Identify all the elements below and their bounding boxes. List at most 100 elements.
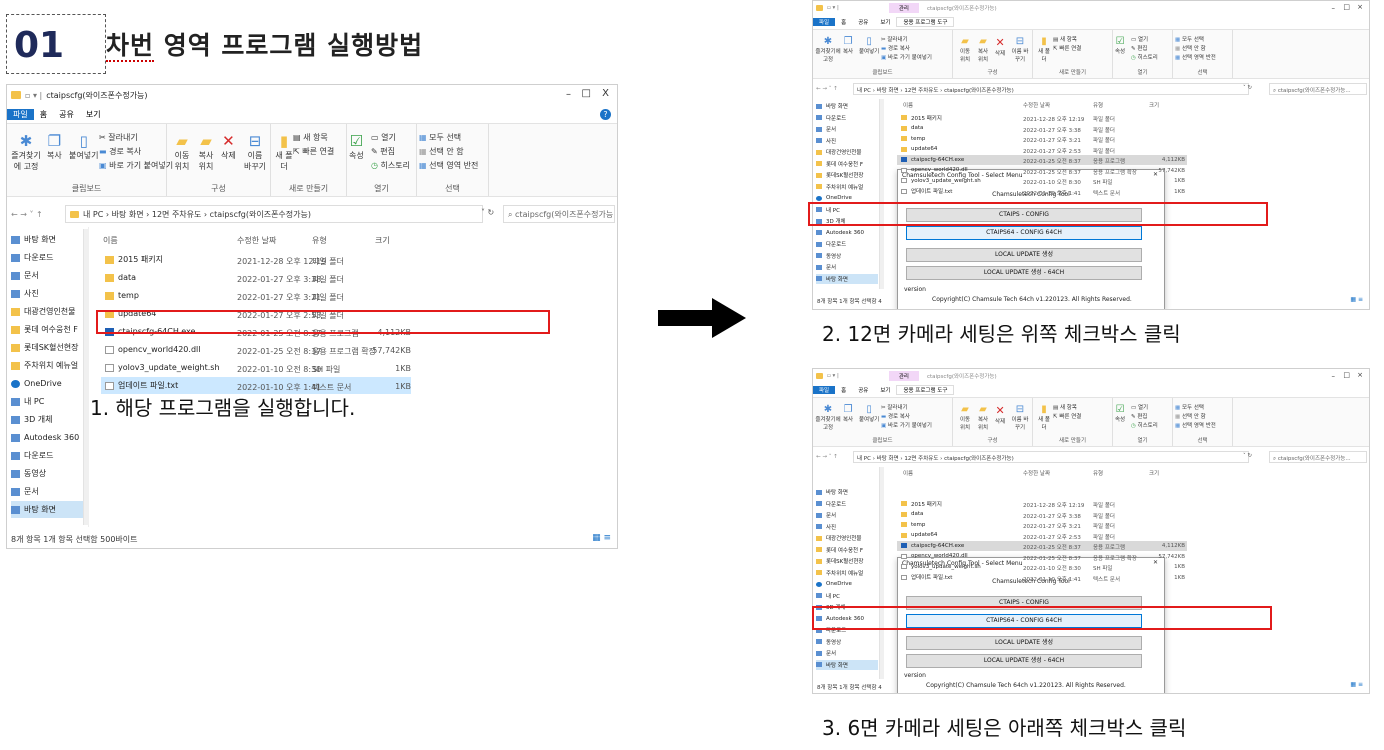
nav-item[interactable]: 롯데SK혈선현장 bbox=[816, 170, 878, 181]
properties-button[interactable]: ☑ 속성 bbox=[1115, 404, 1125, 423]
rename-button[interactable]: ⊟ 이름 바꾸기 bbox=[1011, 36, 1029, 63]
nav-item[interactable]: 사진 bbox=[816, 136, 878, 147]
nav-item[interactable]: 동영상 bbox=[816, 251, 878, 262]
nav-arrows-icon[interactable]: ← → ˅ ↑ bbox=[816, 454, 838, 460]
nav-item[interactable]: 롯데 여수웅천 F bbox=[816, 159, 878, 170]
tab-app-tools[interactable]: 응용 프로그램 도구 bbox=[896, 385, 955, 395]
close-button[interactable]: × bbox=[1357, 371, 1363, 379]
copy-button[interactable]: ❐ 복사 bbox=[843, 404, 853, 423]
search-input[interactable]: ⌕ ctaipscfg(와이즈폰수정가능... bbox=[503, 205, 615, 223]
paste-button[interactable]: ▯ 붙여넣기 bbox=[859, 404, 879, 423]
rename-button[interactable]: ⊟ 이름 바꾸기 bbox=[243, 132, 267, 172]
minimize-button[interactable]: – bbox=[1332, 4, 1336, 12]
pin-button[interactable]: ✱ 즐겨찾기에 고정 bbox=[815, 404, 841, 431]
nav-scrollbar[interactable] bbox=[83, 229, 89, 525]
select-all-button[interactable]: ▦ 모두 선택 bbox=[1175, 35, 1204, 43]
close-button[interactable]: × bbox=[1357, 3, 1363, 11]
minimize-button[interactable]: – bbox=[566, 89, 571, 100]
nav-item[interactable]: 바탕 화면 bbox=[816, 273, 878, 284]
tab-home[interactable]: 홈 bbox=[835, 386, 852, 394]
invert-selection-button[interactable]: ▦ 선택 영역 반전 bbox=[1175, 53, 1216, 61]
delete-button[interactable]: ✕ 삭제 bbox=[995, 404, 1005, 425]
column-name[interactable]: 이름 bbox=[903, 469, 913, 477]
nav-item[interactable]: Autodesk 360 bbox=[816, 228, 878, 239]
nav-item[interactable]: 문서 bbox=[816, 124, 878, 135]
tab-file[interactable]: 파일 bbox=[813, 386, 836, 394]
local-update-64ch-button[interactable]: LOCAL UPDATE 생성 - 64CH bbox=[906, 266, 1142, 280]
local-update-64ch-button[interactable]: LOCAL UPDATE 생성 - 64CH bbox=[906, 654, 1142, 668]
nav-item[interactable]: 다운로드 bbox=[816, 239, 878, 250]
column-date[interactable]: 수정한 날짜 bbox=[1023, 469, 1050, 477]
open-button[interactable]: ▭ 열기 bbox=[1131, 35, 1148, 43]
nav-arrows-icon[interactable]: ← → ˅ ↑ bbox=[816, 86, 838, 92]
rename-button[interactable]: ⊟ 이름 바꾸기 bbox=[1011, 404, 1029, 431]
nav-item[interactable]: 주차위치 예뉴얼 bbox=[816, 182, 878, 193]
nav-item[interactable]: 대광건영인천물 bbox=[816, 533, 878, 544]
tab-home[interactable]: 홈 bbox=[835, 18, 852, 26]
history-button[interactable]: ◷ 히스토리 bbox=[1131, 53, 1158, 61]
nav-item[interactable]: 다운로드 bbox=[816, 499, 878, 510]
copy-path-button[interactable]: ▬ 경로 복사 bbox=[99, 146, 141, 157]
tab-share[interactable]: 공유 bbox=[53, 109, 80, 120]
view-toggle-icons[interactable]: ▦ ≡ bbox=[592, 533, 611, 543]
minimize-button[interactable]: – bbox=[1332, 372, 1336, 380]
select-none-button[interactable]: ▦ 선택 안 함 bbox=[1175, 44, 1206, 52]
easy-access-button[interactable]: ⇱ 빠른 연결 bbox=[293, 146, 334, 157]
close-button[interactable]: X bbox=[602, 88, 609, 99]
column-date[interactable]: 수정한 날짜 bbox=[1023, 101, 1050, 109]
tab-share[interactable]: 공유 bbox=[852, 386, 874, 394]
nav-item[interactable]: 내 PC bbox=[816, 591, 878, 602]
nav-item[interactable]: 바탕 화면 bbox=[11, 501, 83, 518]
nav-item[interactable]: 문서 bbox=[11, 267, 83, 284]
tab-view[interactable]: 보기 bbox=[874, 386, 896, 394]
copy-path-button[interactable]: ▬ 경로 복사 bbox=[881, 44, 910, 52]
column-type[interactable]: 유형 bbox=[312, 235, 327, 246]
column-date[interactable]: 수정한 날짜 bbox=[237, 235, 276, 246]
maximize-button[interactable]: □ bbox=[1343, 371, 1350, 379]
edit-button[interactable]: ✎ 편집 bbox=[1131, 412, 1147, 420]
nav-item[interactable]: 롯데 여수웅천 F bbox=[11, 321, 83, 338]
nav-item[interactable]: 바탕 화면 bbox=[816, 487, 878, 498]
new-item-button[interactable]: ▤ 새 항목 bbox=[293, 132, 328, 143]
nav-item[interactable]: 3D 개체 bbox=[11, 411, 83, 428]
select-all-button[interactable]: ▦ 모두 선택 bbox=[1175, 403, 1204, 411]
path-input[interactable]: 내 PC › 바탕 화면 › 12면 주차유도 › ctaipscfg(와이즈폰… bbox=[853, 83, 1249, 95]
nav-item[interactable]: 문서 bbox=[11, 483, 83, 500]
paste-shortcut-button[interactable]: ▣ 바로 가기 붙여넣기 bbox=[881, 53, 932, 61]
nav-item[interactable]: 동영상 bbox=[816, 637, 878, 648]
properties-button[interactable]: ☑ 속성 bbox=[1115, 36, 1125, 55]
nav-item[interactable]: 문서 bbox=[816, 648, 878, 659]
column-size[interactable]: 크기 bbox=[375, 235, 390, 246]
nav-item[interactable]: 롯데SK혈선현장 bbox=[11, 339, 83, 356]
move-to-button[interactable]: ▰ 이동 위치 bbox=[171, 132, 193, 172]
invert-selection-button[interactable]: ▦ 선택 영역 반전 bbox=[1175, 421, 1216, 429]
nav-item[interactable]: 내 PC bbox=[11, 393, 83, 410]
manage-tab[interactable]: 관리 bbox=[888, 371, 919, 381]
paste-button[interactable]: ▯ 붙여넣기 bbox=[69, 132, 98, 161]
new-item-button[interactable]: ▤ 새 항목 bbox=[1053, 35, 1077, 43]
search-input[interactable]: ⌕ ctaipscfg(와이즈폰수정가능... bbox=[1269, 83, 1367, 95]
new-folder-button[interactable]: ▮ 새 폴더 bbox=[275, 132, 293, 172]
open-button[interactable]: ▭ 열기 bbox=[1131, 403, 1148, 411]
local-update-button[interactable]: LOCAL UPDATE 생성 bbox=[906, 636, 1142, 650]
nav-item[interactable]: 대광건영인천물 bbox=[11, 303, 83, 320]
nav-item[interactable]: 사진 bbox=[11, 285, 83, 302]
nav-item[interactable]: 사진 bbox=[816, 522, 878, 533]
nav-arrows-icon[interactable]: ← → ˅ ↑ bbox=[11, 210, 43, 219]
path-input[interactable]: 내 PC › 바탕 화면 › 12면 주차유도 › ctaipscfg(와이즈폰… bbox=[853, 451, 1249, 463]
column-name[interactable]: 이름 bbox=[103, 235, 118, 246]
new-folder-button[interactable]: ▮ 새 폴더 bbox=[1037, 36, 1051, 63]
column-size[interactable]: 크기 bbox=[1149, 101, 1159, 109]
cut-button[interactable]: ✂ 잘라내기 bbox=[881, 35, 908, 43]
local-update-button[interactable]: LOCAL UPDATE 생성 bbox=[906, 248, 1142, 262]
nav-item[interactable]: 주차위치 예뉴얼 bbox=[11, 357, 83, 374]
select-none-button[interactable]: ▦ 선택 안 함 bbox=[419, 146, 464, 157]
edit-button[interactable]: ✎ 편집 bbox=[1131, 44, 1147, 52]
refresh-icon[interactable]: ˅ ↻ bbox=[481, 208, 494, 217]
maximize-button[interactable]: □ bbox=[1343, 3, 1350, 11]
easy-access-button[interactable]: ⇱ 빠른 연결 bbox=[1053, 44, 1081, 52]
history-button[interactable]: ◷ 히스토리 bbox=[371, 160, 410, 171]
nav-item[interactable]: 바탕 화면 bbox=[816, 659, 878, 670]
nav-item[interactable]: OneDrive bbox=[816, 579, 878, 590]
move-to-button[interactable]: ▰ 이동 위치 bbox=[957, 404, 973, 431]
